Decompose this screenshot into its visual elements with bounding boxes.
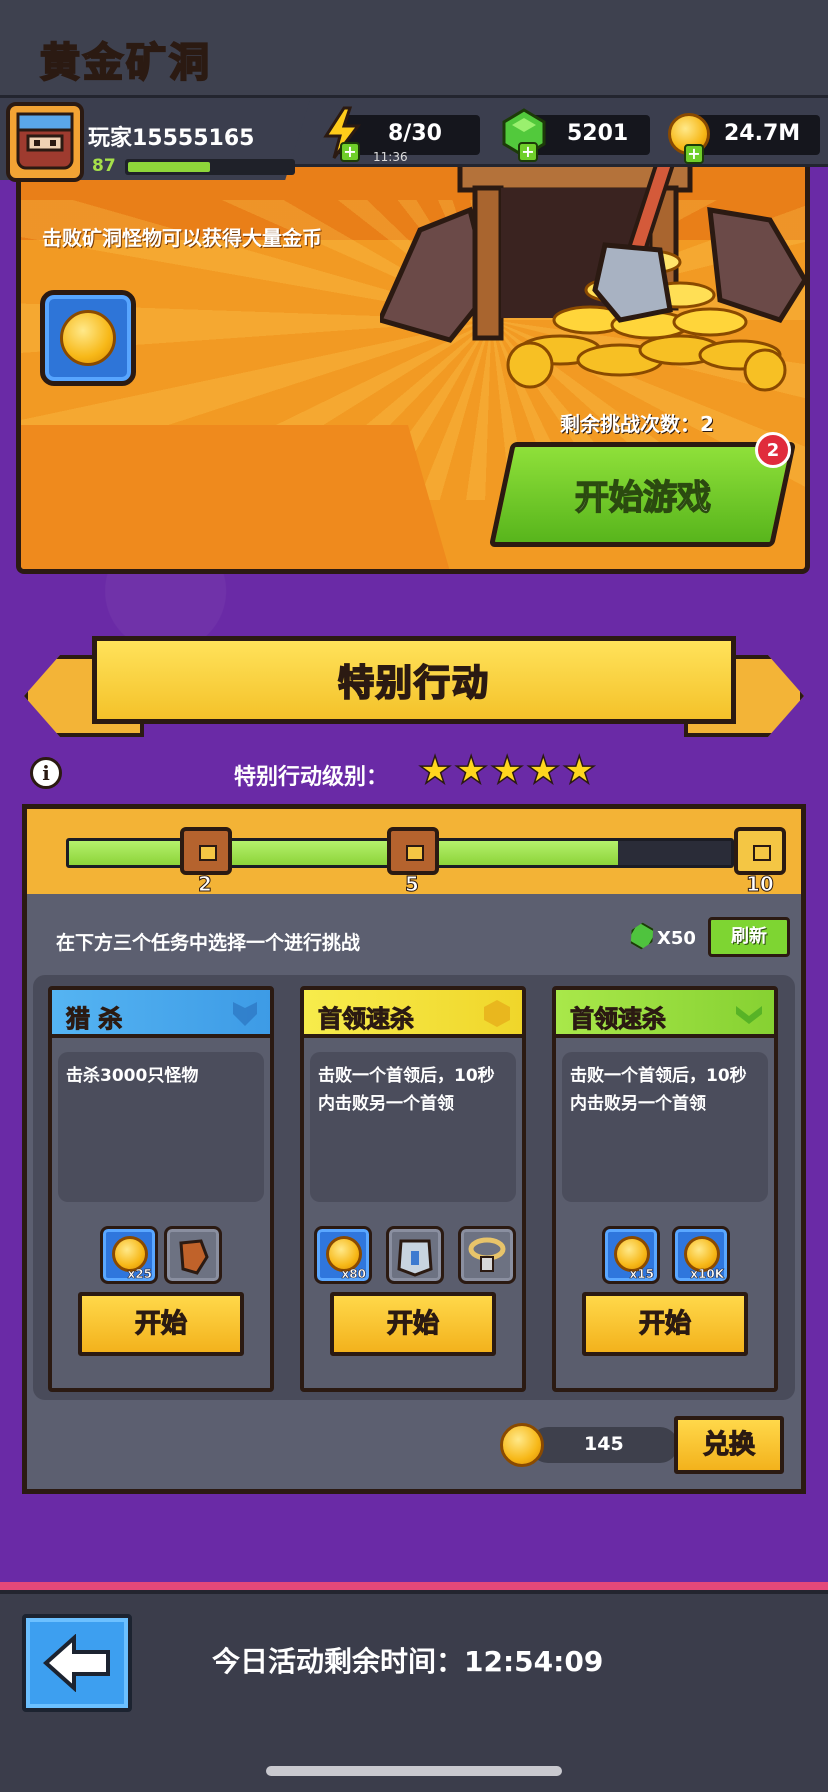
avatar[interactable]: [6, 102, 84, 182]
chest-icon[interactable]: [387, 827, 439, 875]
task-description: 击杀3000只怪物: [66, 1066, 199, 1086]
reward-quantity: x10K: [690, 1267, 724, 1282]
reward-gold[interactable]: x10K: [672, 1226, 730, 1284]
start-task-button[interactable]: 开始: [330, 1292, 496, 1356]
energy-timer: 11:36: [373, 150, 408, 164]
special-action-level-label: 特别行动级别：: [234, 765, 389, 790]
mine-reward-coin-button[interactable]: [40, 290, 136, 386]
start-task-button[interactable]: 开始: [78, 1292, 244, 1356]
chest-icon[interactable]: [734, 827, 786, 875]
reward-gold-crate[interactable]: x25: [100, 1226, 158, 1284]
task-header: 首领速杀: [556, 990, 774, 1038]
back-button[interactable]: [22, 1614, 132, 1712]
exchange-button[interactable]: 兑换: [674, 1416, 784, 1474]
mine-title: 黄金矿洞: [39, 39, 212, 87]
armor-icon: [397, 1239, 433, 1277]
task-title: 首领速杀: [570, 1005, 667, 1034]
reward-necklace[interactable]: [458, 1226, 516, 1284]
task-card-boss-rush[interactable]: 首领速杀 击败一个首领后，10秒内击败另一个首领 x80 开始: [300, 986, 526, 1392]
reward-armor[interactable]: [386, 1226, 444, 1284]
event-timer-label: 今日活动剩余时间：: [212, 1645, 465, 1678]
energy-value: 8/30: [388, 121, 442, 146]
star-rating: ★★★★★: [417, 747, 599, 793]
start-game-button[interactable]: 开始游戏: [488, 442, 797, 547]
cube-emblem-icon: [484, 1000, 510, 1027]
player-name: 玩家15555165: [88, 126, 255, 151]
refresh-button[interactable]: 刷新: [708, 917, 790, 957]
milestone-label: 5: [405, 872, 420, 897]
task-description: 击败一个首领后，10秒内击败另一个首领: [570, 1066, 747, 1114]
reward-quantity: x25: [127, 1267, 152, 1282]
task-header: 猎 杀: [52, 990, 270, 1038]
reward-quantity: x80: [341, 1267, 366, 1282]
reward-gold-crate[interactable]: x80: [314, 1226, 372, 1284]
token-count: 145: [584, 1433, 624, 1455]
milestone-label: 2: [198, 872, 213, 897]
reward-quantity: x15: [629, 1267, 654, 1282]
milestone-label: 10: [746, 872, 775, 897]
arrow-emblem-icon: [736, 1006, 762, 1024]
task-title: 首领速杀: [318, 1005, 415, 1034]
necklace-icon: [468, 1237, 506, 1272]
mine-description: 击败矿洞怪物可以获得大量金币: [42, 226, 322, 250]
info-icon[interactable]: i: [30, 757, 62, 789]
player-level: 87: [92, 156, 116, 176]
task-description: 击败一个首领后，10秒内击败另一个首领: [318, 1066, 495, 1114]
add-gems-button[interactable]: +: [518, 142, 538, 162]
start-task-button[interactable]: 开始: [582, 1292, 748, 1356]
home-indicator[interactable]: [266, 1766, 562, 1776]
event-timer: 今日活动剩余时间：12:54:09: [212, 1640, 603, 1680]
add-gold-button[interactable]: +: [684, 144, 704, 164]
glove-icon: [179, 1239, 209, 1275]
special-action-title: 特别行动: [337, 662, 490, 705]
notification-badge: 2: [755, 432, 791, 468]
divider-line: [0, 1582, 828, 1590]
task-card-hunt[interactable]: 猎 杀 击杀3000只怪物 x25 开始: [48, 986, 274, 1392]
task-header: 首领速杀: [304, 990, 522, 1038]
xp-bar-fill: [128, 162, 210, 172]
reward-glove[interactable]: [164, 1226, 222, 1284]
start-game-label: 开始游戏: [574, 477, 712, 519]
task-card-boss-rush[interactable]: 首领速杀 击败一个首领后，10秒内击败另一个首领 x15 x10K 开始: [552, 986, 778, 1392]
special-action-banner: 特别行动: [92, 636, 736, 724]
gold-mine-illustration: [380, 150, 808, 392]
remaining-attempts: 剩余挑战次数：2: [560, 412, 714, 436]
task-instruction: 在下方三个任务中选择一个进行挑战: [56, 932, 361, 954]
event-timer-value: 12:54:09: [464, 1645, 604, 1678]
gold-coin-icon: [60, 310, 116, 366]
back-arrow-icon: [42, 1634, 110, 1692]
gold-value: 24.7M: [724, 121, 801, 146]
shield-emblem-icon: [233, 1002, 257, 1026]
player-avatar-icon: [16, 112, 74, 170]
gem-value: 5201: [567, 121, 629, 146]
gold-crate-token-icon: [500, 1423, 544, 1467]
task-title: 猎 杀: [65, 1005, 123, 1034]
reward-gold-crate[interactable]: x15: [602, 1226, 660, 1284]
chest-icon[interactable]: [180, 827, 232, 875]
add-energy-button[interactable]: +: [340, 142, 360, 162]
progress-fill: [69, 841, 619, 865]
refresh-cost: X50: [657, 928, 696, 949]
